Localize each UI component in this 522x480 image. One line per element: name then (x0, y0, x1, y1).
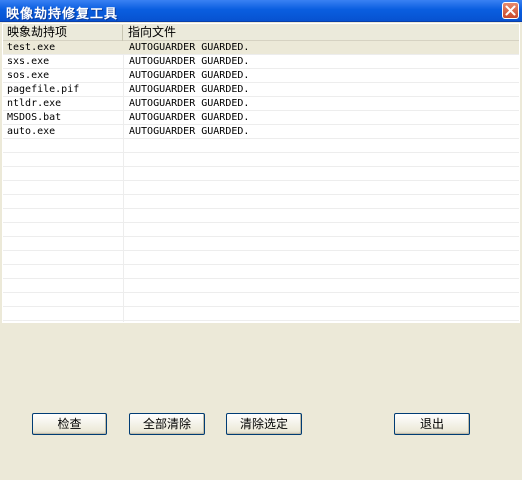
empty-list-row (3, 321, 519, 322)
row-hijack-item: test.exe (7, 42, 56, 53)
row-target-file: AUTOGUARDER GUARDED. (129, 98, 250, 109)
app-window: 映像劫持修复工具 映象劫持项 指向文件 test.exe AUTOGUARDER … (0, 0, 522, 480)
empty-list-row (3, 265, 519, 279)
exit-button[interactable]: 退出 (394, 413, 470, 435)
empty-list-row (3, 251, 519, 265)
list-rows: test.exe AUTOGUARDER GUARDED. sxs.exe AUTOG… (3, 41, 519, 322)
column-header-hijack-item[interactable]: 映象劫持项 (3, 25, 123, 41)
empty-list-row (3, 223, 519, 237)
list-row[interactable]: sos.exe AUTOGUARDER GUARDED. (3, 69, 519, 83)
list-row[interactable]: pagefile.pif AUTOGUARDER GUARDED. (3, 83, 519, 97)
row-target-file: AUTOGUARDER GUARDED. (129, 84, 250, 95)
empty-list-row (3, 167, 519, 181)
row-hijack-item: sxs.exe (7, 56, 50, 67)
clear-all-button[interactable]: 全部清除 (129, 413, 205, 435)
list-row[interactable]: auto.exe AUTOGUARDER GUARDED. (3, 125, 519, 139)
row-hijack-item: ntldr.exe (7, 98, 62, 109)
empty-list-row (3, 181, 519, 195)
empty-list-row (3, 153, 519, 167)
list-row[interactable]: test.exe AUTOGUARDER GUARDED. (3, 41, 519, 55)
empty-list-row (3, 237, 519, 251)
row-target-file: AUTOGUARDER GUARDED. (129, 126, 250, 137)
row-target-file: AUTOGUARDER GUARDED. (129, 70, 250, 81)
close-button[interactable] (502, 2, 519, 19)
row-hijack-item: MSDOS.bat (7, 112, 62, 123)
row-target-file: AUTOGUARDER GUARDED. (129, 56, 250, 67)
row-hijack-item: auto.exe (7, 126, 56, 137)
row-target-file: AUTOGUARDER GUARDED. (129, 42, 250, 53)
row-hijack-item: pagefile.pif (7, 84, 80, 95)
row-hijack-item: sos.exe (7, 70, 50, 81)
check-button[interactable]: 检查 (32, 413, 107, 435)
row-target-file: AUTOGUARDER GUARDED. (129, 112, 250, 123)
empty-list-row (3, 139, 519, 153)
close-icon (505, 5, 516, 16)
list-row[interactable]: MSDOS.bat AUTOGUARDER GUARDED. (3, 111, 519, 125)
empty-list-row (3, 307, 519, 321)
title-bar[interactable]: 映像劫持修复工具 (0, 0, 522, 22)
list-row[interactable]: ntldr.exe AUTOGUARDER GUARDED. (3, 97, 519, 111)
list-row[interactable]: sxs.exe AUTOGUARDER GUARDED. (3, 55, 519, 69)
window-title: 映像劫持修复工具 (6, 7, 119, 22)
empty-list-row (3, 293, 519, 307)
empty-list-row (3, 279, 519, 293)
hijack-list-view[interactable]: 映象劫持项 指向文件 test.exe AUTOGUARDER GUARDED. s… (2, 23, 520, 323)
empty-list-row (3, 209, 519, 223)
list-header: 映象劫持项 指向文件 (3, 24, 519, 41)
column-header-target-file[interactable]: 指向文件 (124, 25, 519, 41)
clear-selected-button[interactable]: 清除选定 (226, 413, 302, 435)
empty-list-row (3, 195, 519, 209)
